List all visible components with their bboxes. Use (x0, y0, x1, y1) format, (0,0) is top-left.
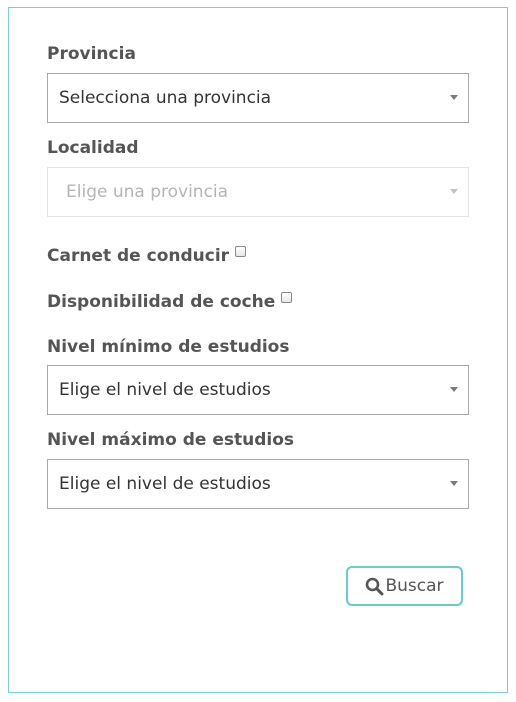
localidad-select-value: Elige una provincia (66, 182, 229, 202)
nivel-minimo-select-value: Elige el nivel de estudios (59, 380, 271, 400)
caret-down-icon (450, 95, 458, 100)
coche-checkbox[interactable] (281, 292, 293, 303)
nivel-maximo-label: Nivel máximo de estudios (47, 430, 294, 450)
caret-down-icon (450, 387, 458, 392)
provincia-label: Provincia (47, 44, 136, 64)
nivel-maximo-select[interactable]: Elige el nivel de estudios (47, 459, 469, 509)
provincia-select[interactable]: Selecciona una provincia (47, 73, 469, 123)
carnet-label: Carnet de conducir (47, 246, 230, 266)
coche-row: Disponibilidad de coche (47, 292, 293, 312)
localidad-label: Localidad (47, 138, 139, 158)
search-button-label: Buscar (385, 576, 444, 596)
caret-down-icon (450, 481, 458, 486)
nivel-minimo-select[interactable]: Elige el nivel de estudios (47, 365, 469, 415)
search-icon (366, 577, 384, 595)
search-button[interactable]: Buscar (346, 566, 463, 606)
provincia-select-value: Selecciona una provincia (59, 88, 272, 108)
localidad-select: Elige una provincia (47, 167, 469, 217)
nivel-minimo-label: Nivel mínimo de estudios (47, 337, 290, 357)
carnet-checkbox[interactable] (235, 246, 247, 257)
carnet-row: Carnet de conducir (47, 246, 247, 266)
coche-label: Disponibilidad de coche (47, 292, 276, 312)
caret-down-icon (450, 189, 458, 194)
nivel-maximo-select-value: Elige el nivel de estudios (59, 474, 271, 494)
